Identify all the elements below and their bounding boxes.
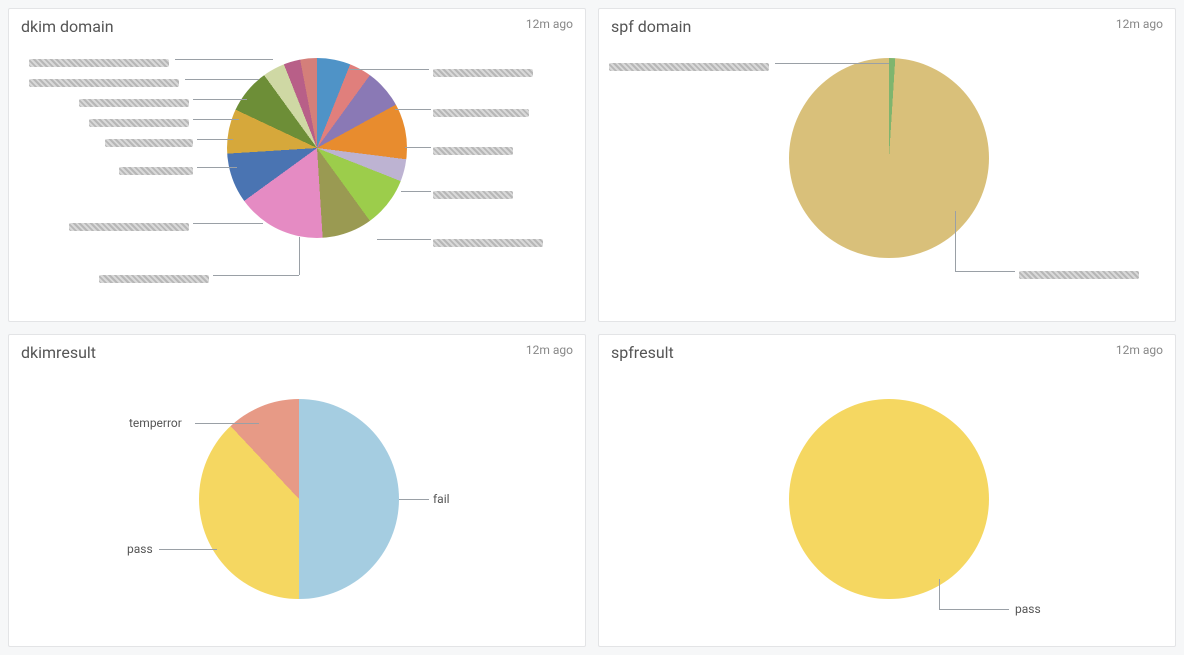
pie-dkimresult [199,399,399,599]
panel-title: dkim domain [21,17,114,36]
leader-line [955,211,956,271]
panel-timestamp: 12m ago [1116,343,1163,357]
slice-label [89,115,189,129]
panel-title: spf domain [611,17,691,36]
slice-label [105,135,193,149]
panel-timestamp: 12m ago [526,343,573,357]
panel-title: spfresult [611,343,674,362]
leader-line [175,59,273,60]
leader-line [349,69,429,70]
dashboard-grid: dkim domain 12m ago [0,0,1184,655]
slice-label-fail: fail [433,492,450,506]
leader-line [939,579,940,609]
chart-dkim-domain [9,43,585,313]
slice-label-pass: pass [127,542,153,556]
pie-spf-domain [789,58,989,258]
slice-label [99,271,209,285]
leader-line [197,139,233,140]
leader-line [193,223,263,224]
panel-spf-domain[interactable]: spf domain 12m ago [598,8,1176,322]
slice-label [79,95,189,109]
pie-dkim-domain [227,58,407,238]
panel-title: dkimresult [21,343,96,362]
leader-line [401,191,431,192]
leader-line [405,147,431,148]
leader-line [185,79,259,80]
chart-spfresult: pass [599,369,1175,639]
slice-label [119,163,193,177]
slice-label [1019,267,1139,281]
leader-line [939,609,1009,610]
pie-spfresult [789,399,989,599]
chart-dkimresult: fail pass temperror [9,369,585,639]
slice-label [29,55,169,69]
slice-label-temperror: temperror [129,416,182,430]
leader-line [197,167,237,168]
slice-label [433,235,543,249]
leader-line [377,239,431,240]
leader-line [395,109,431,110]
leader-line [195,423,259,424]
slice-label [29,75,179,89]
panel-timestamp: 12m ago [1116,17,1163,31]
slice-label [433,105,529,119]
panel-timestamp: 12m ago [526,17,573,31]
leader-line [193,99,247,100]
slice-label [69,219,189,233]
leader-line [399,499,429,500]
leader-line [213,275,299,276]
slice-label-pass: pass [1015,602,1041,616]
panel-spfresult[interactable]: spfresult 12m ago pass [598,334,1176,648]
leader-line [775,63,889,64]
slice-label [433,187,513,201]
slice-label [609,59,769,73]
leader-line [955,271,1015,272]
panel-dkim-domain[interactable]: dkim domain 12m ago [8,8,586,322]
panel-dkimresult[interactable]: dkimresult 12m ago fail pass temperror [8,334,586,648]
slice-label [433,65,533,79]
slice-label [433,143,513,157]
leader-line [193,119,239,120]
leader-line [159,549,217,550]
chart-spf-domain [599,43,1175,313]
leader-line [299,237,300,275]
